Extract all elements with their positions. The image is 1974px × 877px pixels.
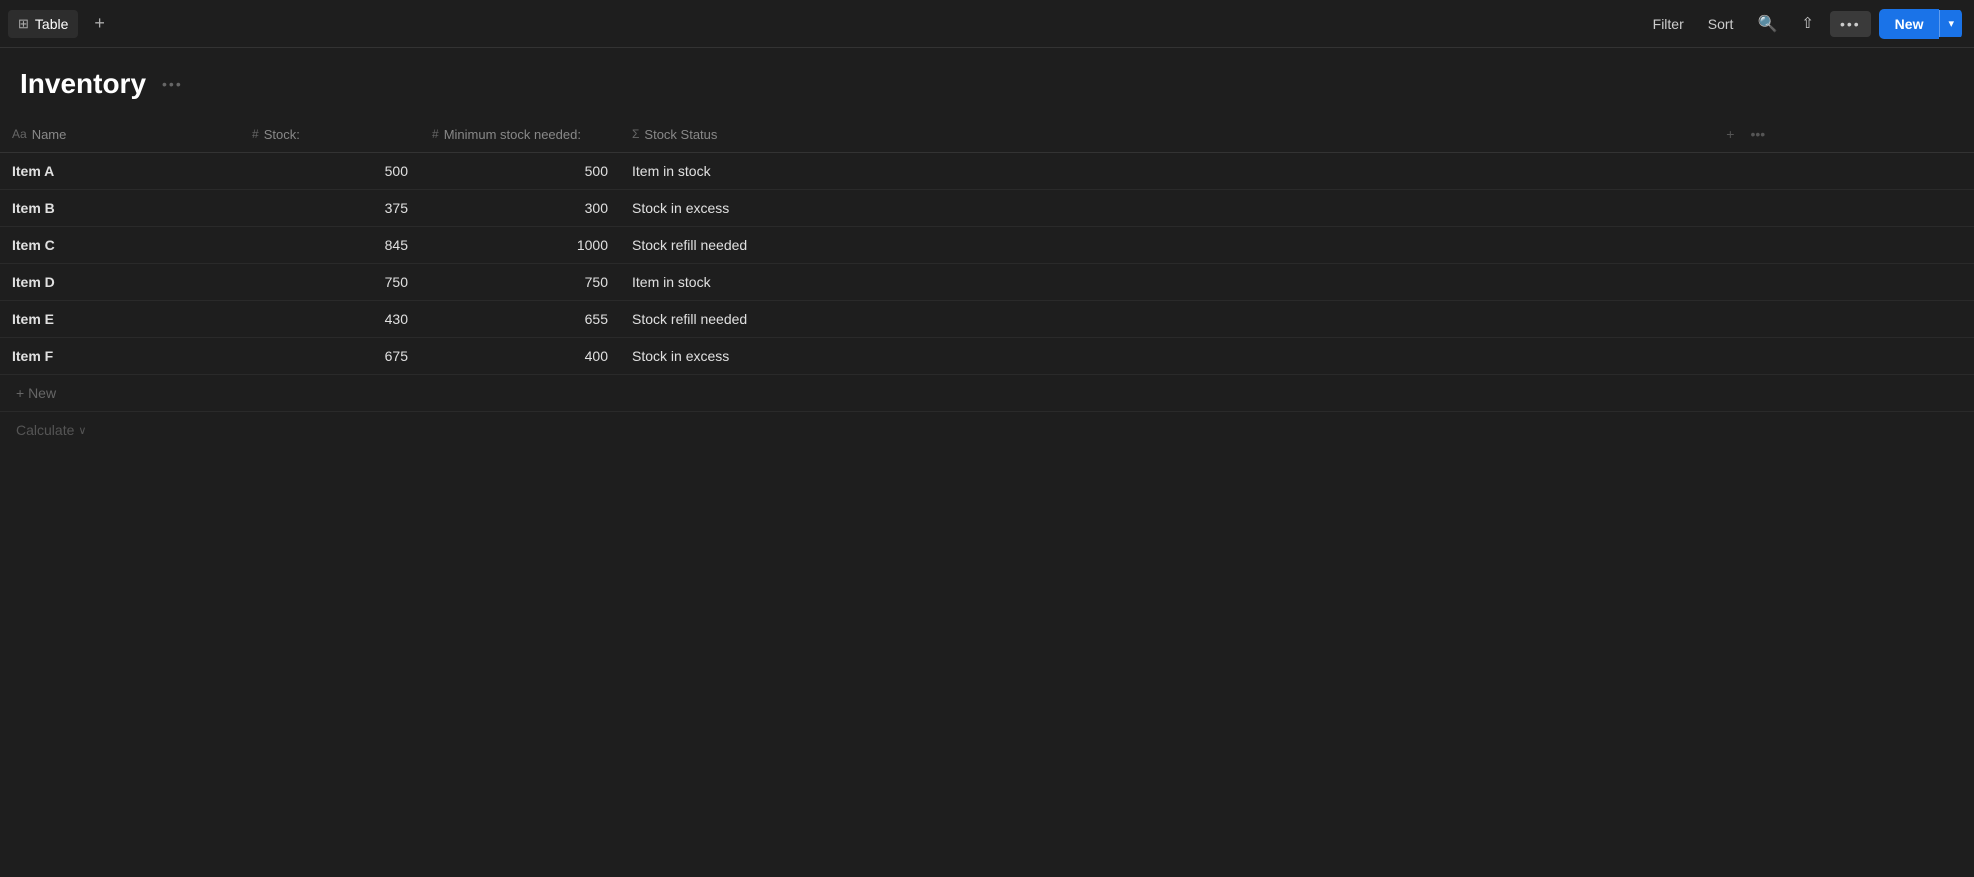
cell-name: Item F (0, 338, 240, 375)
col-header-status[interactable]: Σ Stock Status (620, 116, 1709, 153)
calculate-label: Calculate (16, 422, 74, 438)
add-row-label: + New (16, 385, 56, 401)
calculate-chevron-icon: ∨ (78, 424, 86, 437)
sort-label: Sort (1708, 16, 1734, 32)
share-button[interactable]: ⇧ (1793, 9, 1822, 38)
cell-stock: 675 (240, 338, 420, 375)
table-header-row: Aa Name # Stock: # Minimum stock needed: (0, 116, 1974, 153)
cell-status: Item in stock (620, 153, 1709, 190)
cell-min-stock: 300 (420, 190, 620, 227)
cell-min-stock: 500 (420, 153, 620, 190)
col-status-label: Stock Status (644, 127, 717, 142)
page-header: Inventory ••• (0, 48, 1974, 108)
col-stock-label: Stock: (264, 127, 300, 142)
cell-min-stock: 1000 (420, 227, 620, 264)
column-more-button[interactable]: ••• (1745, 124, 1770, 144)
cell-empty (1709, 153, 1974, 190)
table-row[interactable]: Item F675400Stock in excess (0, 338, 1974, 375)
cell-stock: 500 (240, 153, 420, 190)
sort-button[interactable]: Sort (1700, 11, 1742, 37)
cell-status: Item in stock (620, 264, 1709, 301)
inventory-table: Aa Name # Stock: # Minimum stock needed: (0, 116, 1974, 375)
table-row[interactable]: Item E430655Stock refill needed (0, 301, 1974, 338)
cell-name: Item B (0, 190, 240, 227)
cell-min-stock: 655 (420, 301, 620, 338)
page-title: Inventory (20, 68, 146, 100)
cell-min-stock: 750 (420, 264, 620, 301)
cell-stock: 845 (240, 227, 420, 264)
add-tab-button[interactable]: + (86, 9, 113, 38)
filter-button[interactable]: Filter (1645, 11, 1692, 37)
cell-stock: 750 (240, 264, 420, 301)
cell-status: Stock in excess (620, 338, 1709, 375)
col-header-name[interactable]: Aa Name (0, 116, 240, 153)
cell-empty (1709, 227, 1974, 264)
name-type-icon: Aa (12, 127, 27, 141)
cell-stock: 375 (240, 190, 420, 227)
cell-status: Stock refill needed (620, 301, 1709, 338)
new-button[interactable]: New (1879, 9, 1940, 39)
cell-status: Stock in excess (620, 190, 1709, 227)
share-icon: ⇧ (1801, 15, 1814, 32)
more-options-button[interactable]: ••• (1830, 11, 1871, 37)
title-more-button[interactable]: ••• (156, 72, 189, 96)
table-tab[interactable]: ⊞ Table (8, 10, 78, 38)
table-row[interactable]: Item D750750Item in stock (0, 264, 1974, 301)
top-bar-right: Filter Sort 🔍 ⇧ ••• New ▾ (1645, 9, 1962, 39)
cell-empty (1709, 338, 1974, 375)
search-icon: 🔍 (1757, 16, 1777, 33)
cell-empty (1709, 190, 1974, 227)
filter-label: Filter (1653, 16, 1684, 32)
cell-name: Item E (0, 301, 240, 338)
table-tab-label: Table (35, 16, 68, 32)
min-stock-type-icon: # (432, 127, 439, 141)
col-name-label: Name (32, 127, 67, 142)
table-container: Aa Name # Stock: # Minimum stock needed: (0, 116, 1974, 448)
table-icon: ⊞ (18, 16, 29, 32)
stock-type-icon: # (252, 127, 259, 141)
add-column-button[interactable]: + (1721, 124, 1739, 144)
new-dropdown-button[interactable]: ▾ (1939, 10, 1962, 37)
col-header-actions: + ••• (1709, 116, 1974, 153)
status-type-icon: Σ (632, 127, 639, 141)
cell-empty (1709, 264, 1974, 301)
top-bar-left: ⊞ Table + (8, 9, 113, 38)
table-body: Item A500500Item in stockItem B375300Sto… (0, 153, 1974, 375)
col-min-stock-label: Minimum stock needed: (444, 127, 581, 142)
calculate-row[interactable]: Calculate ∨ (0, 412, 1974, 448)
cell-name: Item A (0, 153, 240, 190)
cell-empty (1709, 301, 1974, 338)
table-row[interactable]: Item C8451000Stock refill needed (0, 227, 1974, 264)
search-button[interactable]: 🔍 (1749, 9, 1785, 39)
cell-name: Item C (0, 227, 240, 264)
top-bar: ⊞ Table + Filter Sort 🔍 ⇧ ••• New ▾ (0, 0, 1974, 48)
cell-stock: 430 (240, 301, 420, 338)
cell-name: Item D (0, 264, 240, 301)
table-row[interactable]: Item B375300Stock in excess (0, 190, 1974, 227)
cell-status: Stock refill needed (620, 227, 1709, 264)
table-row[interactable]: Item A500500Item in stock (0, 153, 1974, 190)
cell-min-stock: 400 (420, 338, 620, 375)
col-header-stock[interactable]: # Stock: (240, 116, 420, 153)
new-button-group: New ▾ (1879, 9, 1962, 39)
page-title-row: Inventory ••• (20, 68, 1954, 100)
col-header-min-stock[interactable]: # Minimum stock needed: (420, 116, 620, 153)
add-row-button[interactable]: + New (0, 375, 1974, 412)
